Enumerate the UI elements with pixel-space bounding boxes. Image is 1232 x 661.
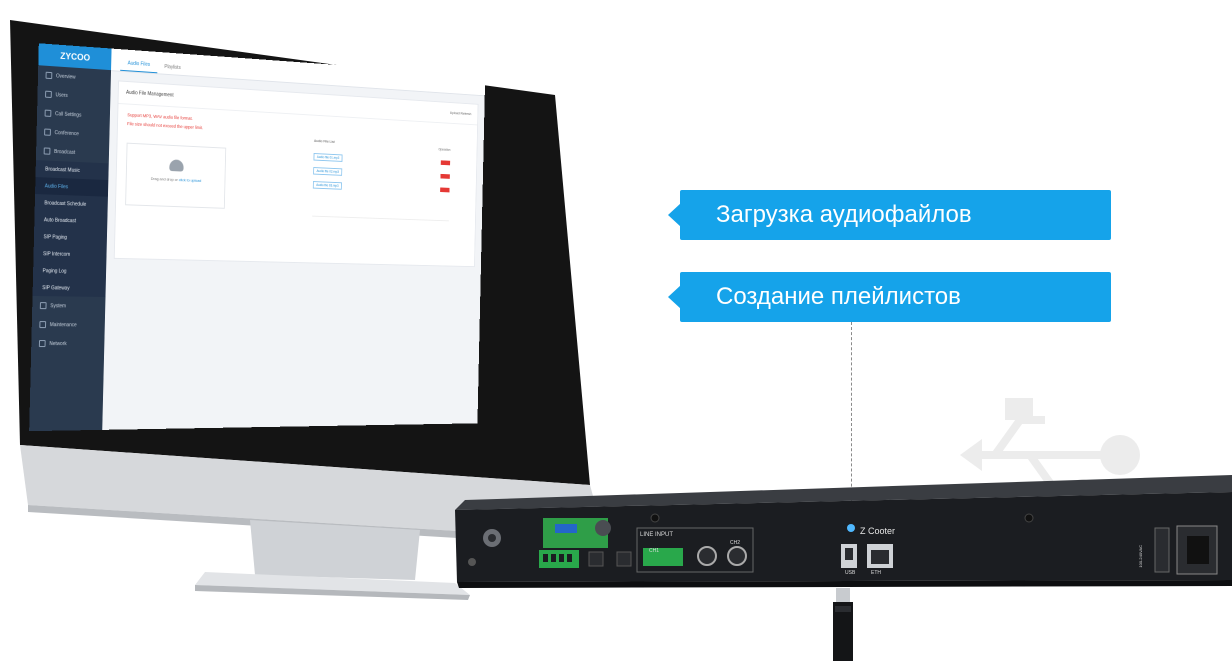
line-input-label: LINE INPUT (640, 532, 673, 538)
call-icon (45, 110, 52, 117)
sidebar-item-label: Maintenance (50, 322, 77, 328)
sidebar-sub-paging-log[interactable]: Paging Log (33, 262, 106, 280)
sidebar-sub-sip-intercom[interactable]: SIP Intercom (33, 245, 106, 264)
sidebar-item-label: Overview (56, 73, 76, 80)
overview-icon (46, 72, 53, 79)
sidebar-item-label: System (50, 303, 66, 309)
brand-label: Z Cooter (860, 526, 895, 536)
sidebar-item-label: Users (55, 92, 67, 99)
sidebar-item-label: Call Settings (55, 111, 81, 118)
users-icon (45, 91, 52, 98)
list-header: Audio File List (314, 138, 335, 144)
network-icon (39, 340, 46, 347)
app-sidebar: ZYCOO Overview Users Call Settings Confe… (29, 43, 111, 431)
conference-icon (44, 129, 51, 136)
system-icon (40, 302, 47, 309)
usb-flash-drive (818, 588, 868, 661)
tab-playlists[interactable]: Playlists (157, 64, 188, 76)
delete-button[interactable] (440, 187, 449, 192)
callout-create-playlist: Создание плейлистов (680, 272, 1111, 322)
tab-audio-files[interactable]: Audio Files (120, 60, 157, 73)
callout-upload-audio: Загрузка аудиофайлов (680, 190, 1111, 240)
power-label: 100-240VAC (1138, 545, 1143, 568)
audio-file-panel: Audio File Management Upload Refresh Sup… (114, 80, 479, 267)
delete-button[interactable] (441, 160, 450, 165)
sidebar-sub-sip-paging[interactable]: SIP Paging (34, 228, 107, 247)
upload-text: Drag and drop or (151, 176, 178, 182)
cloud-upload-icon (169, 159, 184, 171)
channel-label: CH2 (730, 540, 740, 546)
sidebar-item-maintenance[interactable]: Maintenance (32, 315, 105, 334)
audio-file-list: Audio File List Operation Audio file 01.… (313, 139, 451, 198)
sidebar-item-label: Conference (55, 130, 79, 137)
sidebar-item-network[interactable]: Network (31, 334, 104, 353)
channel-label: CH1 (649, 548, 659, 554)
broadcast-icon (44, 147, 51, 154)
broadcast-device (455, 470, 1232, 595)
audio-file-tag[interactable]: Audio file 02.mp3 (313, 167, 342, 176)
sidebar-sub-sip-gateway[interactable]: SIP Gateway (33, 279, 106, 297)
upload-link[interactable]: click to upload (179, 177, 202, 183)
upload-dropzone[interactable]: Drag and drop or click to upload (125, 143, 226, 209)
sidebar-item-label: Broadcast (54, 148, 75, 155)
eth-port-label: ETH (871, 570, 881, 576)
audio-file-tag[interactable]: Audio file 03.mp3 (313, 181, 342, 190)
divider (312, 216, 449, 222)
sidebar-item-label: Network (49, 341, 66, 347)
usb-port-label: USB (845, 570, 855, 576)
sidebar-item-system[interactable]: System (32, 296, 105, 316)
sidebar-sub-auto-broadcast[interactable]: Auto Broadcast (34, 211, 107, 230)
audio-file-tag[interactable]: Audio file 01.mp3 (313, 153, 342, 162)
maintenance-icon (39, 321, 46, 328)
app-screen: ZYCOO Overview Users Call Settings Confe… (29, 43, 485, 431)
app-main: Audio Files Playlists Audio File Managem… (102, 49, 485, 430)
operation-header: Operation (438, 148, 450, 152)
delete-button[interactable] (440, 174, 449, 179)
